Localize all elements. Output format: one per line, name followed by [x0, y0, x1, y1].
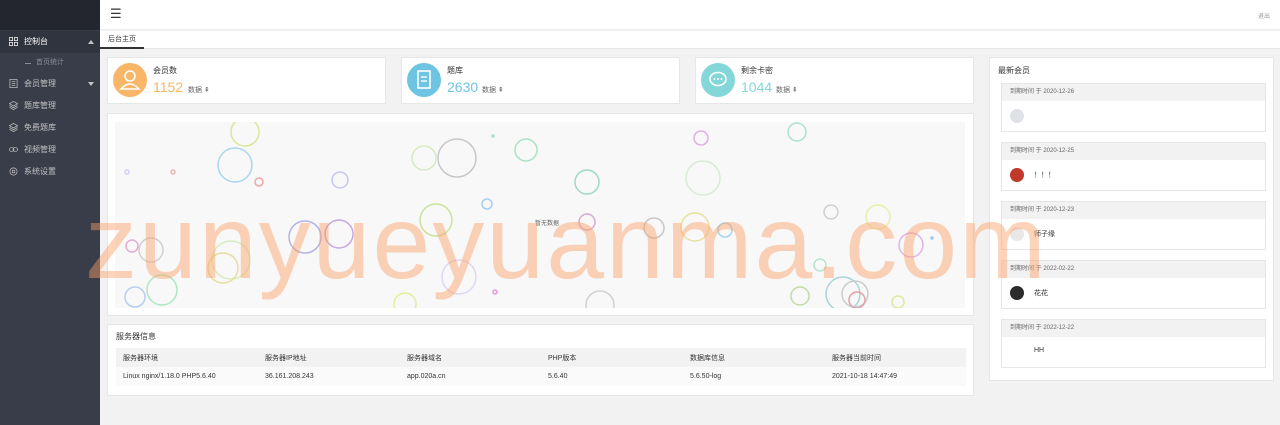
member-name: ！！！	[1034, 172, 1055, 179]
gear-icon	[9, 167, 18, 176]
sidebar-item-label: 题库管理	[24, 101, 56, 110]
member-expire-date: 到期时间 于 2020-12-23	[1002, 202, 1265, 219]
sidebar-item-label: 视频管理	[24, 145, 56, 154]
bubble-background	[124, 122, 934, 308]
member-expire-date: 到期时间 于 2022-02-22	[1002, 261, 1265, 278]
sidebar-subitem-label: 首页统计	[36, 59, 64, 66]
table-cell: 2021-10-18 14:47:49	[825, 367, 966, 386]
table-header-row: 服务器环境 服务器IP地址 服务器域名 PHP版本 数据库信息 服务器当前时间	[116, 348, 966, 367]
stat-card-remaining-cards: 剩余卡密 1044 数据 ⇞	[695, 57, 974, 104]
list-item: 到期时间 于 2020-12-25 ！！！	[1001, 142, 1266, 191]
column-header: PHP版本	[541, 348, 683, 367]
column-header: 数据库信息	[683, 348, 825, 367]
member-expire-date: 到期时间 于 2020-12-25	[1002, 143, 1265, 160]
logo-area	[0, 0, 100, 30]
sidebar-subitem-home-stats[interactable]: 首页统计	[0, 53, 100, 73]
avatar	[1010, 168, 1024, 182]
chevron-up-icon	[88, 40, 94, 44]
user-icon	[113, 63, 147, 97]
stat-title: 剩余卡密	[741, 66, 773, 75]
layers-icon	[9, 123, 18, 132]
stat-card-question-bank: 题库 2630 数据 ⇞	[401, 57, 680, 104]
sidebar-item-label: 控制台	[24, 37, 48, 46]
member-expire-date: 到期时间 于 2022-12-22	[1002, 320, 1265, 337]
sidebar: 控制台 首页统计 会员管理 题库管理 免费题库 视频管理 系统设置	[0, 0, 100, 425]
server-info-table: 服务器环境 服务器IP地址 服务器域名 PHP版本 数据库信息 服务器当前时间 …	[116, 348, 966, 386]
link-icon	[9, 147, 18, 152]
table-cell: 5.6.50-log	[683, 367, 825, 386]
sidebar-item-label: 系统设置	[24, 167, 56, 176]
list-item: 到期时间 于 2020-12-26	[1001, 83, 1266, 132]
sidebar-item-settings[interactable]: 系统设置	[0, 161, 100, 183]
column-header: 服务器环境	[116, 348, 258, 367]
sidebar-item-members[interactable]: 会员管理	[0, 73, 100, 95]
menu-toggle-icon[interactable]: ☰	[110, 6, 122, 22]
chevron-down-icon	[88, 82, 94, 86]
sidebar-item-free-bank[interactable]: 免费题库	[0, 117, 100, 139]
avatar	[1010, 109, 1024, 123]
avatar	[1010, 227, 1024, 241]
avatar	[1010, 286, 1024, 300]
stat-value: 2630	[447, 79, 479, 95]
latest-members-title: 最新会员	[998, 66, 1030, 75]
column-header: 服务器当前时间	[825, 348, 966, 367]
dashboard-icon	[9, 37, 18, 46]
latest-members-card: 最新会员 到期时间 于 2020-12-26 到期时间 于 2020-12-25…	[989, 57, 1274, 381]
table-cell: app.020a.cn	[400, 367, 541, 386]
stat-unit: 数据 ⇞	[776, 87, 798, 94]
column-header: 服务器域名	[400, 348, 541, 367]
bubble-chart-card: 暂无数据	[107, 113, 974, 316]
stat-card-members: 会员数 1152 数据 ⇞	[107, 57, 386, 104]
sidebar-item-label: 免费题库	[24, 123, 56, 132]
layers-icon	[9, 101, 18, 110]
stat-unit: 数据 ⇞	[188, 87, 210, 94]
server-info-card: 服务器信息 服务器环境 服务器IP地址 服务器域名 PHP版本 数据库信息 服务…	[107, 324, 974, 396]
sidebar-item-label: 会员管理	[24, 79, 56, 88]
server-info-title: 服务器信息	[116, 332, 156, 341]
stat-value: 1152	[153, 79, 184, 95]
column-header: 服务器IP地址	[258, 348, 400, 367]
table-cell: 36.161.208.243	[258, 367, 400, 386]
member-name: HH	[1034, 347, 1045, 354]
sidebar-item-question-bank[interactable]: 题库管理	[0, 95, 100, 117]
list-item: 到期时间 于 2022-02-22 花花	[1001, 260, 1266, 309]
member-name: 花花	[1034, 290, 1048, 297]
tab-bar: 后台主页	[100, 31, 1280, 49]
table-row: Linux nginx/1.18.0 PHP5.6.40 36.161.208.…	[116, 367, 966, 386]
table-cell: Linux nginx/1.18.0 PHP5.6.40	[116, 367, 258, 386]
sidebar-item-video[interactable]: 视频管理	[0, 139, 100, 161]
stat-title: 题库	[447, 66, 463, 75]
top-header: ☰ 退出	[100, 0, 1280, 30]
stat-unit: 数据 ⇞	[482, 87, 504, 94]
stat-title: 会员数	[153, 66, 177, 75]
table-cell: 5.6.40	[541, 367, 683, 386]
document-icon	[407, 63, 441, 97]
chart-empty-text: 暂无数据	[535, 221, 560, 227]
list-item: 到期时间 于 2020-12-23 师子缘	[1001, 201, 1266, 250]
tab-home[interactable]: 后台主页	[100, 31, 144, 49]
users-icon	[9, 79, 18, 88]
logout-link[interactable]: 退出	[1258, 11, 1270, 20]
bubble-chart-area: 暂无数据	[115, 122, 965, 308]
stat-value: 1044	[741, 79, 773, 95]
member-name: 师子缘	[1034, 231, 1055, 238]
list-item: 到期时间 于 2022-12-22 HH	[1001, 319, 1266, 368]
chat-icon	[701, 63, 735, 97]
sidebar-item-dashboard[interactable]: 控制台	[0, 31, 100, 53]
member-expire-date: 到期时间 于 2020-12-26	[1002, 84, 1265, 101]
